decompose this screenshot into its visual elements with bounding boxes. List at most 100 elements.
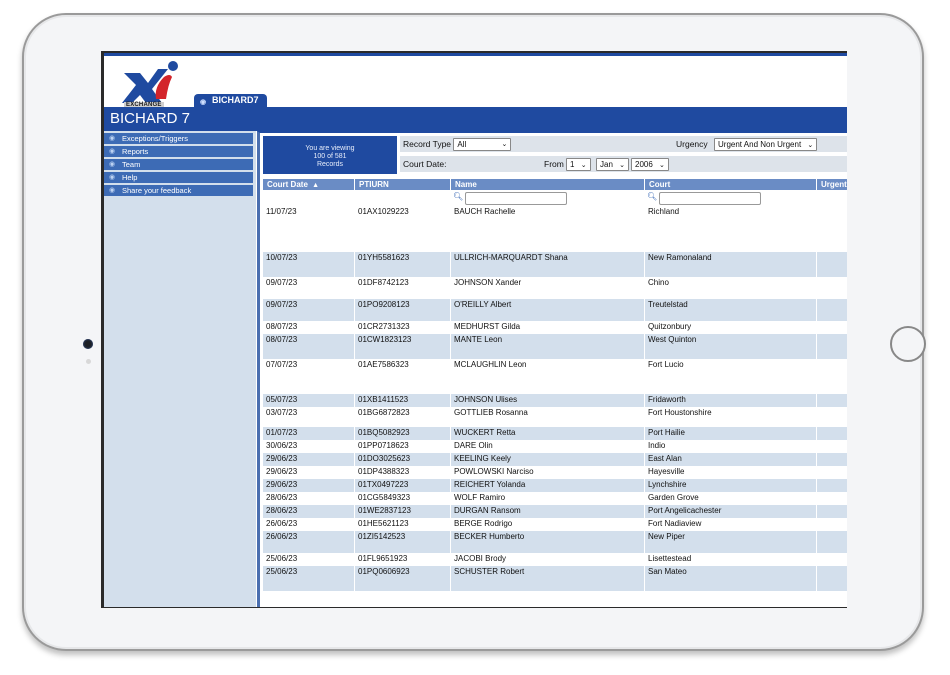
sidebar-item-label: Help: [122, 173, 138, 182]
table-row[interactable]: 10/07/23 01YH5581623 ULLRICH-MARQUARDT Sha…: [263, 252, 847, 277]
sidebar-item-label: Team: [122, 160, 141, 169]
sidebar-item-help[interactable]: ◉ Help: [104, 172, 253, 183]
table-row[interactable]: 25/06/23 01PQ0606923 SCHUSTER Robert San Ma…: [263, 566, 847, 591]
table-row[interactable]: 28/06/23 01CG5849323 WOLF Ramiro Garden Gro…: [263, 492, 847, 505]
sidebar-item-reports[interactable]: ◉ Reports: [104, 146, 253, 157]
court-date-cell: 29/06/23: [266, 467, 298, 476]
column-label: Name: [455, 180, 477, 189]
court-date-cell: 08/07/23: [266, 322, 298, 331]
sort-ascending-icon[interactable]: ▲: [312, 182, 319, 189]
ptiurn-cell: 01ZI5142523: [355, 531, 450, 553]
court-cell: Fridaworth: [645, 394, 816, 407]
table-row[interactable]: 28/06/23 01WE2837123 DURGAN Ransom Port Ang…: [263, 505, 847, 518]
urgent-cell: [817, 553, 847, 566]
column-header-name[interactable]: Name: [451, 179, 644, 190]
tab-bichard7[interactable]: ◉ BICHARD7: [194, 94, 267, 107]
urgent-cell: [817, 334, 847, 359]
table-header: Court Date ▲ PTIURN Name Court Urgent: [263, 179, 847, 190]
table-row[interactable]: 01/07/23 01BQ5082923 WUCKERT Retta Port Hai…: [263, 427, 847, 440]
court-cell: Lisettestead: [648, 554, 692, 563]
ptiurn-cell: 01FL9651923: [358, 554, 408, 563]
table-row[interactable]: 09/07/23 01PO9208123 O'REILLY Albert Treute…: [263, 299, 847, 321]
urgency-value: Urgent And Non Urgent: [718, 140, 802, 149]
column-header-ptiurn[interactable]: PTIURN: [355, 179, 450, 190]
column-header-urgent[interactable]: Urgent: [817, 179, 847, 190]
from-month-select[interactable]: Jan ⌄: [596, 158, 630, 171]
chevron-down-icon: ⌄: [807, 142, 814, 149]
court-date-cell: 29/06/23: [263, 479, 354, 492]
table-row[interactable]: 29/06/23 01DO3025623 KEELING Keely East Ala…: [263, 453, 847, 466]
table-row[interactable]: 26/06/23 01HE5621123 BERGE Rodrigo Fort Nad…: [263, 518, 847, 531]
column-header-court-date[interactable]: Court Date ▲: [263, 179, 354, 190]
page-title: BICHARD 7: [104, 107, 847, 131]
urgent-cell: [817, 299, 847, 321]
from-day-select[interactable]: 1 ⌄: [566, 158, 591, 171]
filter-row-court-date: Court Date: From 1 ⌄ Jan ⌄ 2006 ⌄: [400, 156, 847, 172]
name-cell: JACOBI Brody: [454, 554, 507, 563]
table-row[interactable]: 07/07/23 01AE7586323 MCLAUGHLIN Leon Fort L…: [263, 359, 847, 394]
sidebar-item-team[interactable]: ◉ Team: [104, 159, 253, 170]
court-cell: East Alan: [645, 453, 816, 466]
ptiurn-cell: 01AX1029223: [358, 207, 409, 216]
record-type-label: Record Type: [403, 139, 452, 149]
ptiurn-cell: 01CG5849323: [358, 493, 411, 502]
column-label: Urgent: [821, 180, 847, 189]
name-cell: JOHNSON Xander: [454, 278, 522, 287]
table-row[interactable]: 29/06/23 01TX0497223 REICHERT Yolanda Lynch…: [263, 479, 847, 492]
table-row[interactable]: 08/07/23 01CR2731323 MEDHURST Gilda Quitzon…: [263, 321, 847, 334]
table-row[interactable]: 26/06/23 01ZI5142523 BECKER Humberto New Pi…: [263, 531, 847, 553]
urgent-cell: [817, 407, 847, 427]
table-row[interactable]: 11/07/23 01AX1029223 BAUCH Rachelle Richlan…: [263, 206, 847, 252]
table-row[interactable]: 08/07/23 01CW1823123 MANTE Leon West Quinto…: [263, 334, 847, 359]
sidebar: ◉ Exceptions/Triggers ◉ Reports ◉ Team ◉…: [104, 131, 256, 607]
court-date-cell: 08/07/23: [263, 334, 354, 359]
table-row[interactable]: 05/07/23 01XB1411523 JOHNSON Ulises Fridawo…: [263, 394, 847, 407]
court-cell: San Mateo: [645, 566, 816, 591]
court-cell: Port Hailie: [645, 427, 816, 440]
nav-bullet-icon: ◉: [109, 187, 116, 194]
nav-bullet-icon: ◉: [109, 135, 116, 142]
table-row[interactable]: 29/06/23 01DP4388323 POWLOWSKI Narciso Haye…: [263, 466, 847, 479]
ptiurn-cell: 01CR2731323: [358, 322, 410, 331]
court-cell: Fort Lucio: [648, 360, 684, 369]
home-button[interactable]: [890, 326, 926, 362]
column-label: Court Date: [267, 180, 308, 189]
search-icon[interactable]: 🔍︎: [647, 192, 657, 201]
from-year-select[interactable]: 2006 ⌄: [631, 158, 669, 171]
from-month-value: Jan: [600, 160, 613, 169]
urgent-cell: [817, 277, 847, 299]
court-search-input[interactable]: [659, 192, 761, 205]
court-date-cell: 26/06/23: [263, 531, 354, 553]
nav-bullet-icon: ◉: [109, 148, 116, 155]
ptiurn-cell: 01DF8742123: [358, 278, 409, 287]
search-icon[interactable]: 🔍︎: [453, 192, 463, 201]
sidebar-item-label: Reports: [122, 147, 149, 156]
urgent-cell: [817, 505, 847, 518]
name-search-input[interactable]: [465, 192, 567, 205]
urgent-cell: [817, 427, 847, 440]
record-type-select[interactable]: All ⌄: [453, 138, 512, 152]
urgent-cell: [817, 359, 847, 394]
chevron-down-icon: ⌄: [619, 162, 626, 169]
court-date-cell: 09/07/23: [266, 278, 298, 287]
court-cell: Quitzonbury: [648, 322, 692, 331]
xi-exchange-logo: [122, 61, 178, 103]
summary-count: 100 of 581: [313, 153, 347, 160]
table-row[interactable]: 03/07/23 01BG6872823 GOTTLIEB Rosanna Fort …: [263, 407, 847, 427]
court-date-cell: 10/07/23: [263, 252, 354, 277]
table-row[interactable]: 30/06/23 01PP0718623 DARE Olin Indio: [263, 440, 847, 453]
urgent-cell: [817, 466, 847, 479]
urgent-cell: [817, 453, 847, 466]
column-header-court[interactable]: Court: [645, 179, 816, 190]
court-date-cell: 28/06/23: [263, 505, 354, 518]
urgency-select[interactable]: Urgent And Non Urgent ⌄: [714, 138, 818, 151]
sidebar-item-share-feedback[interactable]: ◉ Share your feedback: [104, 185, 253, 196]
name-cell: WOLF Ramiro: [454, 493, 506, 502]
court-date-cell: 03/07/23: [266, 408, 298, 417]
sidebar-item-exceptions-triggers[interactable]: ◉ Exceptions/Triggers: [104, 133, 253, 144]
from-label: From: [544, 159, 564, 169]
name-cell: DARE Olin: [454, 441, 493, 450]
table-row[interactable]: 25/06/23 01FL9651923 JACOBI Brody Lisettest…: [263, 553, 847, 566]
ptiurn-cell: 01BQ5082923: [355, 427, 450, 440]
table-row[interactable]: 09/07/23 01DF8742123 JOHNSON Xander Chino: [263, 277, 847, 299]
